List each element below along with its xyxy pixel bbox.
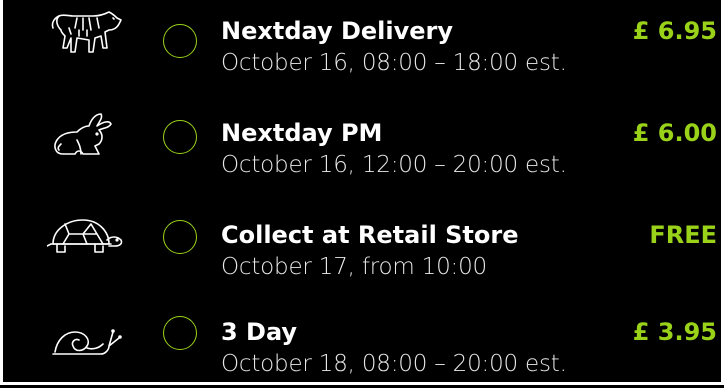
option-price: £ 3.95 xyxy=(632,318,717,346)
radio-button[interactable] xyxy=(163,220,197,254)
option-price: £ 6.00 xyxy=(632,119,717,147)
delivery-option-3day[interactable]: 3 Day October 18, 08:00 – 20:00 est. £ 3… xyxy=(3,288,721,384)
option-subtitle: October 16, 12:00 – 20:00 est. xyxy=(221,152,567,178)
delivery-options-panel: Nextday Delivery October 16, 08:00 – 18:… xyxy=(0,0,724,385)
radio-button[interactable] xyxy=(163,316,197,350)
delivery-option-nextday[interactable]: Nextday Delivery October 16, 08:00 – 18:… xyxy=(3,0,721,96)
option-subtitle: October 17, from 10:00 xyxy=(221,254,487,280)
option-title: Nextday PM xyxy=(221,119,383,147)
option-subtitle: October 16, 08:00 – 18:00 est. xyxy=(221,50,567,76)
option-subtitle: October 18, 08:00 – 20:00 est. xyxy=(221,351,567,377)
option-price: £ 6.95 xyxy=(632,17,717,45)
delivery-option-collect[interactable]: Collect at Retail Store October 17, from… xyxy=(3,192,721,288)
option-price: FREE xyxy=(649,221,717,249)
rabbit-icon xyxy=(47,110,125,166)
option-title: 3 Day xyxy=(221,318,298,346)
delivery-option-nextday-pm[interactable]: Nextday PM October 16, 12:00 – 20:00 est… xyxy=(3,96,721,192)
radio-button[interactable] xyxy=(163,120,197,154)
turtle-icon xyxy=(47,210,125,266)
snail-icon xyxy=(47,308,125,364)
option-title: Collect at Retail Store xyxy=(221,221,519,249)
radio-button[interactable] xyxy=(163,24,197,58)
tiger-icon xyxy=(47,8,125,64)
option-title: Nextday Delivery xyxy=(221,17,454,45)
